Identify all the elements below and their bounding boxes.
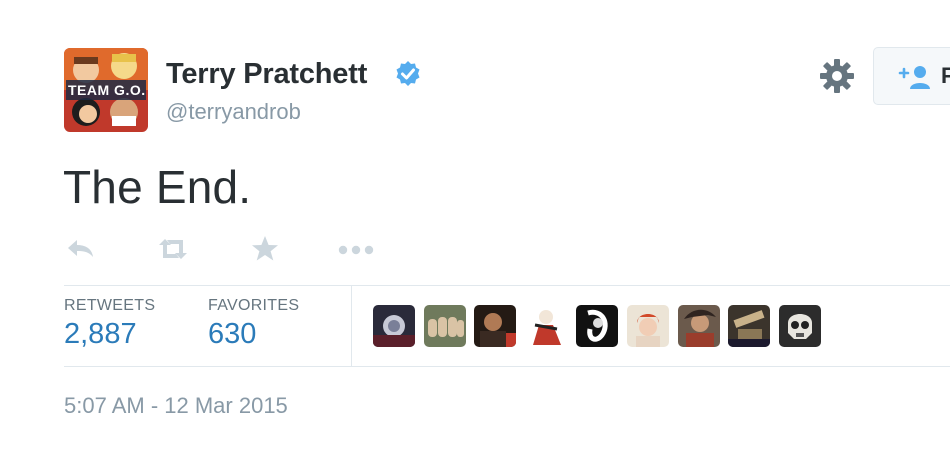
user-handle[interactable]: @terryandrob [166, 99, 301, 125]
display-name[interactable]: Terry Pratchett [166, 58, 367, 91]
favoriter-avatar[interactable] [474, 305, 516, 347]
avatar-logo-text: TEAM G.O. [68, 82, 146, 98]
favoriter-avatar[interactable] [779, 305, 821, 347]
more-icon[interactable] [336, 234, 376, 264]
reply-icon[interactable] [64, 234, 98, 264]
avatar[interactable]: TEAM G.O. [64, 48, 148, 132]
favorites-count[interactable]: 630 [208, 318, 256, 351]
retweets-label[interactable]: RETWEETS [64, 297, 155, 315]
verified-badge-icon [396, 61, 420, 86]
favoriter-avatar[interactable] [728, 305, 770, 347]
favoriter-avatar[interactable] [678, 305, 720, 347]
stats-bottom-divider [64, 366, 950, 367]
favoriter-avatar[interactable] [424, 305, 466, 347]
follow-button-label: F [941, 63, 950, 88]
favoriter-avatar[interactable] [576, 305, 618, 347]
tweet-text: The End. [63, 161, 252, 213]
favoriter-avatar[interactable] [373, 305, 415, 347]
tweet-timestamp[interactable]: 5:07 AM - 12 Mar 2015 [64, 393, 288, 419]
retweets-count[interactable]: 2,887 [64, 318, 137, 351]
retweet-icon[interactable] [156, 234, 190, 264]
star-icon[interactable] [248, 234, 282, 264]
favoriter-avatar[interactable] [627, 305, 669, 347]
favoriter-avatar[interactable] [525, 305, 567, 347]
follow-button[interactable]: F [873, 47, 950, 105]
stats-vertical-divider [351, 286, 352, 366]
favorites-label[interactable]: FAVORITES [208, 297, 299, 315]
add-user-icon [898, 66, 930, 89]
stats-top-divider [64, 285, 950, 286]
gear-icon[interactable] [819, 58, 855, 94]
